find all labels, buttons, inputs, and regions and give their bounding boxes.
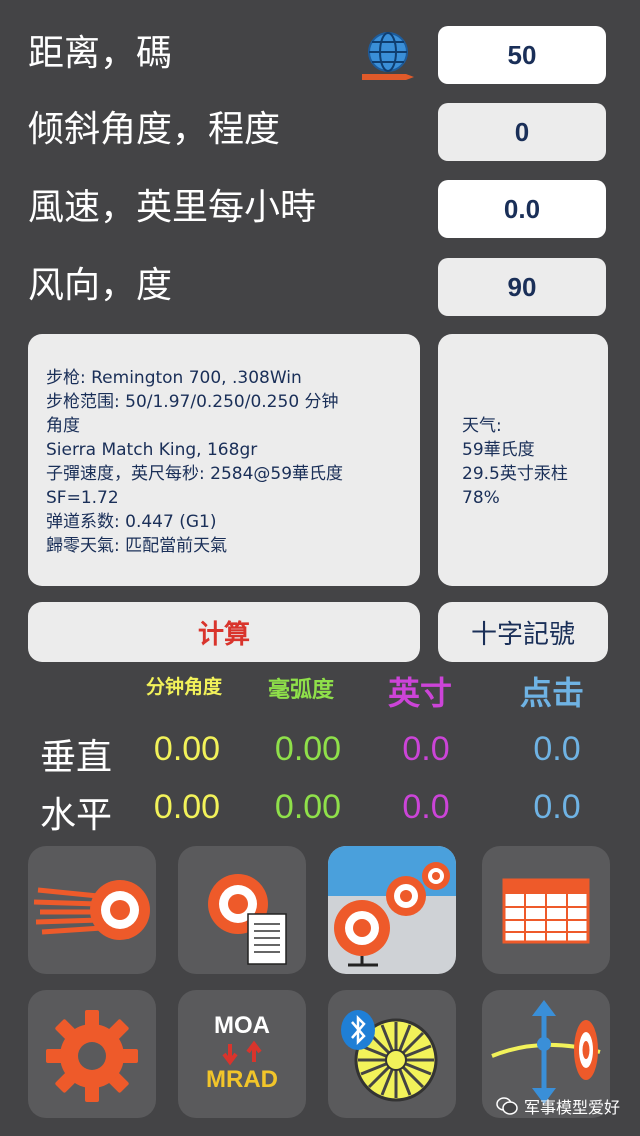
rifle-info-line: 弹道系数: 0.447 (G1) <box>46 512 217 532</box>
moa-label: MOA <box>214 1012 270 1039</box>
bluetooth-sensor-tile[interactable] <box>328 990 456 1118</box>
range-card-tile[interactable] <box>482 846 610 974</box>
swap-arrows-icon <box>222 1040 262 1066</box>
weather-info-panel[interactable]: 天气: 59華氏度 29.5英寸汞柱 78% <box>438 334 608 586</box>
inch-header: 英寸 <box>388 674 453 712</box>
weather-info-line: 29.5英寸汞柱 <box>462 464 568 484</box>
vertical-click-value: 0.0 <box>533 730 581 768</box>
target-document-icon <box>208 874 287 965</box>
rifle-info-line: SF=1.72 <box>46 488 119 508</box>
horizontal-label: 水平 <box>40 795 113 836</box>
wind-speed-label: 風速，英里每小時 <box>28 187 317 228</box>
watermark-text: 军事模型爱好 <box>523 1098 620 1117</box>
incline-input[interactable]: 0 <box>438 103 606 161</box>
click-header: 点击 <box>520 674 585 712</box>
rifle-info-line: 步枪: Remington 700, .308Win <box>46 368 302 388</box>
horizontal-click-value: 0.0 <box>533 788 581 826</box>
horizontal-inch-value: 0.0 <box>402 788 450 826</box>
gear-icon <box>46 1010 138 1102</box>
watermark: 军事模型爱好 <box>496 1094 620 1118</box>
bullet-target-icon <box>33 880 150 940</box>
ballistics-tile[interactable] <box>28 846 156 974</box>
multi-target-tile[interactable] <box>328 846 456 974</box>
target-report-tile[interactable] <box>178 846 306 974</box>
weather-info-line: 59華氏度 <box>462 440 535 460</box>
distance-input[interactable]: 50 <box>438 26 606 84</box>
mrad-label: MRAD <box>206 1066 278 1093</box>
rifle-info-line: 步枪范围: 50/1.97/0.250/0.250 分钟 <box>46 392 339 412</box>
bluetooth-fan-icon <box>341 1010 438 1102</box>
multi-target-icon <box>328 846 456 967</box>
wind-direction-label: 风向，度 <box>28 265 173 306</box>
vertical-label: 垂直 <box>40 737 113 778</box>
weather-info-line: 天气: <box>462 416 502 436</box>
rifle-info-line: 角度 <box>46 416 80 436</box>
calculate-button[interactable]: 计算 <box>28 602 420 662</box>
incline-label: 倾斜角度，程度 <box>28 109 281 150</box>
unit-toggle-tile[interactable]: MOA MRAD <box>178 990 306 1118</box>
settings-tile[interactable] <box>28 990 156 1118</box>
globe-icon[interactable] <box>358 30 416 82</box>
wind-speed-input[interactable]: 0.0 <box>438 180 606 238</box>
wind-direction-input[interactable]: 90 <box>438 258 606 316</box>
vertical-inch-value: 0.0 <box>402 730 450 768</box>
moa-header: 分钟角度 <box>146 676 223 698</box>
weather-info-line: 78% <box>462 488 500 508</box>
rifle-info-line: Sierra Match King, 168gr <box>46 440 258 460</box>
rifle-info-line: 歸零天氣: 匹配當前天氣 <box>46 536 228 556</box>
rifle-info-line: 子彈速度，英尺每秒: 2584@59華氏度 <box>46 464 344 484</box>
chat-bubbles-icon <box>496 1097 518 1115</box>
mrad-header: 毫弧度 <box>268 678 335 703</box>
distance-label: 距离，碼 <box>28 33 173 74</box>
reticle-button[interactable]: 十字記號 <box>438 602 608 662</box>
rifle-info-panel[interactable]: 步枪: Remington 700, .308Win 步枪范围: 50/1.97… <box>28 334 420 586</box>
table-icon <box>502 878 590 944</box>
